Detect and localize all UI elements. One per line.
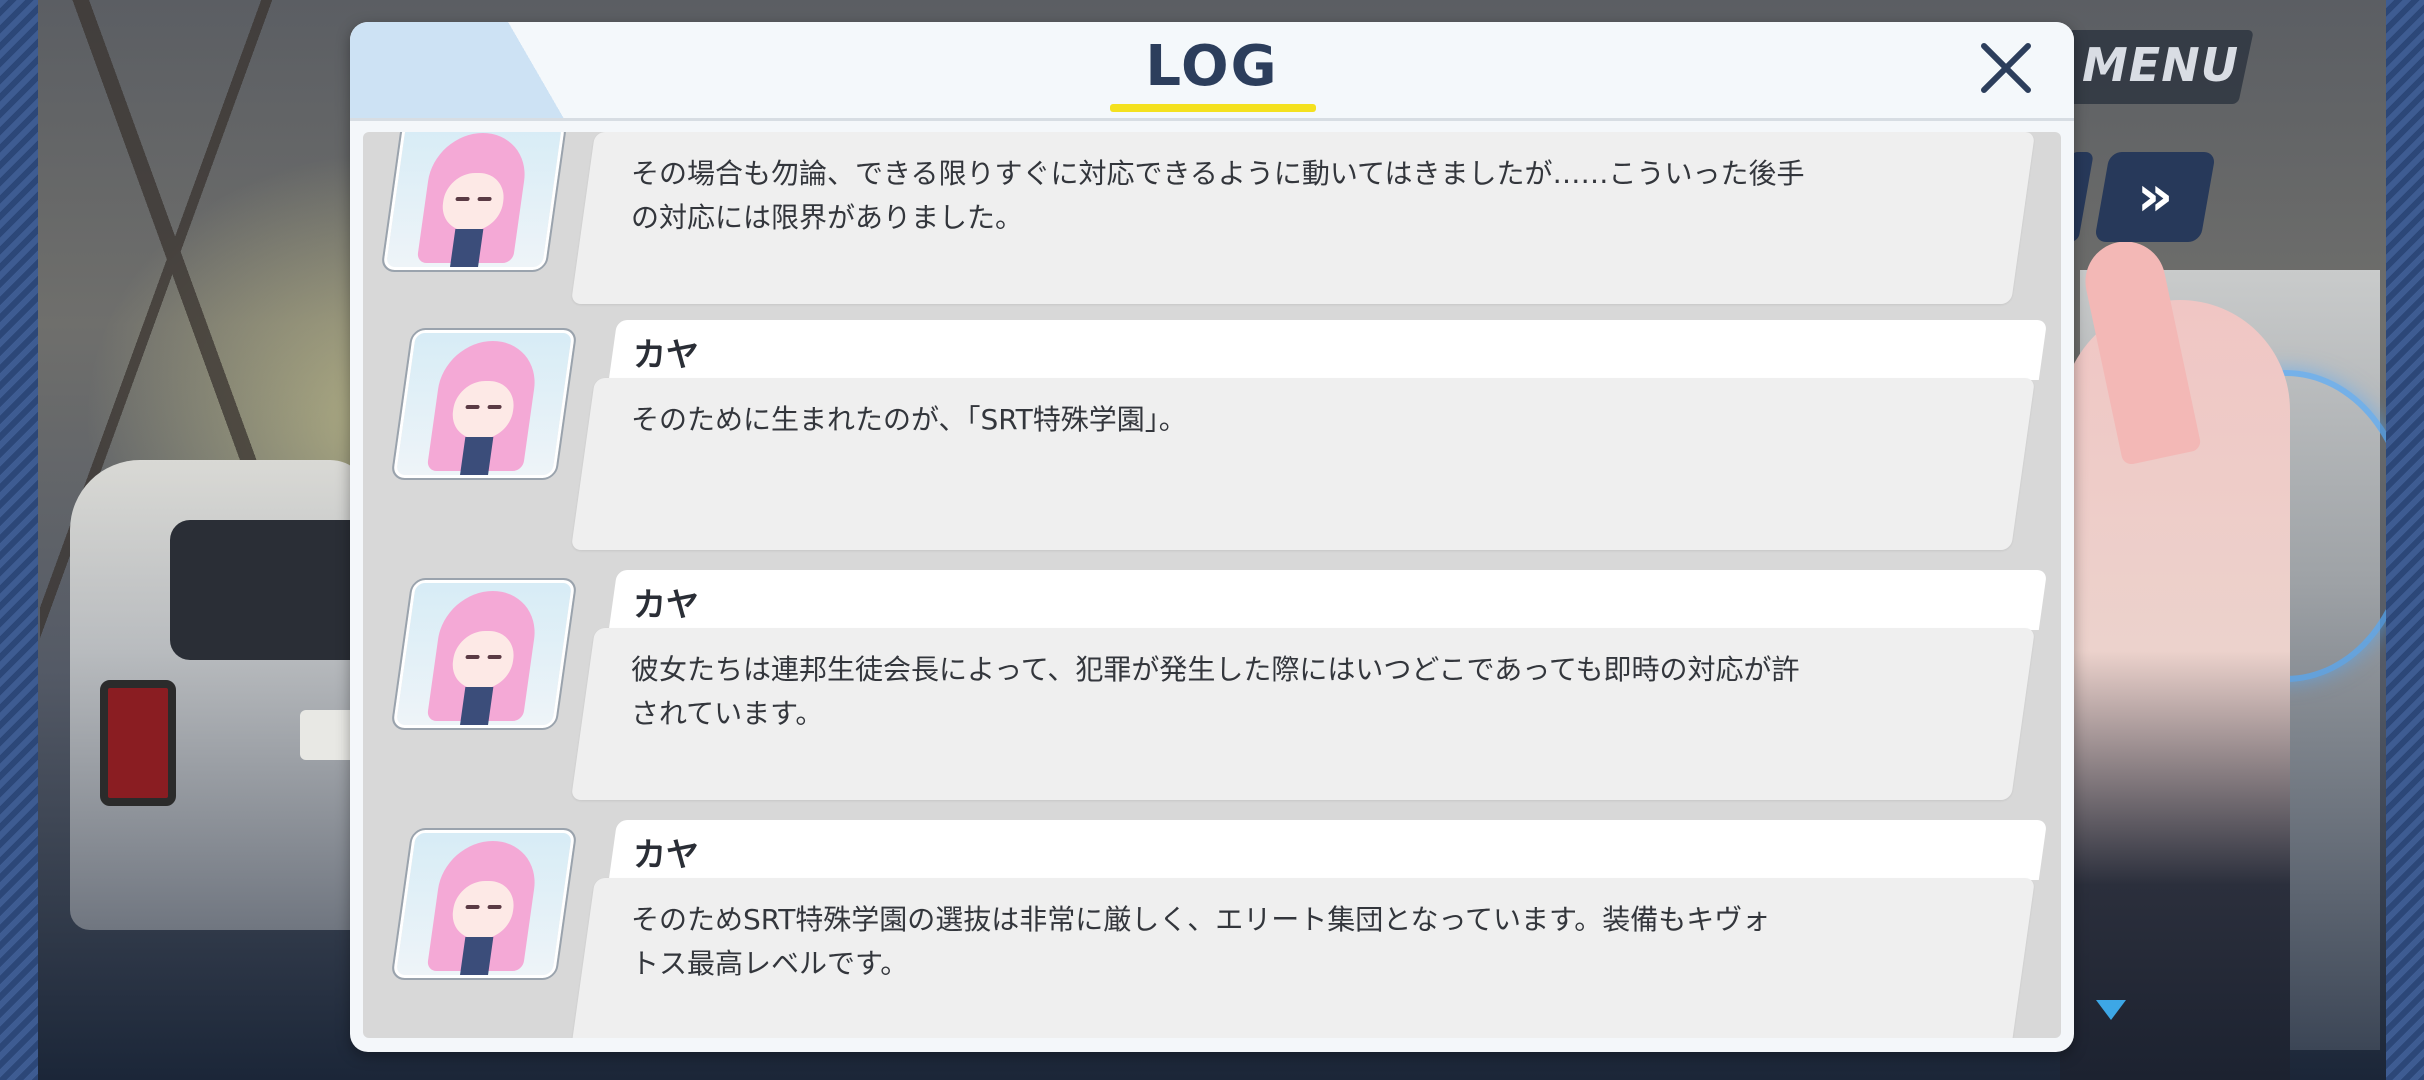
log-entry: その場合も勿論、できる限りすぐに対応できるように動いてはきましたが……こういった… (363, 132, 2061, 312)
message-text: その場合も勿論、できる限りすぐに対応できるように動いてはきましたが……こういった… (631, 157, 1805, 234)
speaker-name-bar (608, 570, 2048, 630)
left-border-stripe (0, 0, 38, 1080)
speaker-name-bar (608, 820, 2048, 880)
message-text: 彼女たちは連邦生徒会長によって、犯罪が発生した際にはいつどこであっても即時の対応… (631, 653, 1800, 730)
fast-forward-icon: » (2136, 164, 2174, 229)
speaker-name: カヤ (633, 585, 699, 624)
background-car (70, 460, 390, 930)
speaker-name: カヤ (633, 835, 699, 874)
dropdown-triangle-icon (2096, 1000, 2126, 1020)
speaker-portrait (390, 828, 578, 980)
log-modal: LOG その場合も勿論、できる限りすぐに対応できるように動いてはきましたが……こ… (350, 22, 2074, 1052)
background-character (2060, 234, 2290, 1080)
speaker-portrait (380, 132, 568, 272)
log-title: LOG (1145, 34, 1279, 99)
close-icon[interactable] (1974, 36, 2038, 100)
log-scroll-area[interactable]: その場合も勿論、できる限りすぐに対応できるように動いてはきましたが……こういった… (363, 132, 2061, 1038)
message-text: そのために生まれたのが、「SRT特殊学園」。 (631, 403, 1187, 436)
speaker-name-bar (608, 320, 2048, 380)
log-entry: カヤ そのためSRT特殊学園の選抜は非常に厳しく、エリート集団となっています。装… (363, 820, 2061, 1038)
title-underline (1110, 104, 1316, 112)
log-header: LOG (350, 22, 2074, 121)
speaker-portrait (390, 578, 578, 730)
speaker-name: カヤ (633, 335, 699, 374)
message-text: そのためSRT特殊学園の選抜は非常に厳しく、エリート集団となっています。装備もキ… (631, 903, 1771, 980)
right-border-stripe (2386, 0, 2424, 1080)
speaker-portrait (390, 328, 578, 480)
log-entry: カヤ 彼女たちは連邦生徒会長によって、犯罪が発生した際にはいつどこであっても即時… (363, 570, 2061, 810)
menu-button-label: MENU (2082, 38, 2240, 92)
car-tail-light (100, 680, 176, 806)
car-window (170, 520, 370, 660)
fast-forward-button[interactable]: » (2094, 152, 2216, 242)
log-entry: カヤ そのために生まれたのが、「SRT特殊学園」。 (363, 320, 2061, 560)
